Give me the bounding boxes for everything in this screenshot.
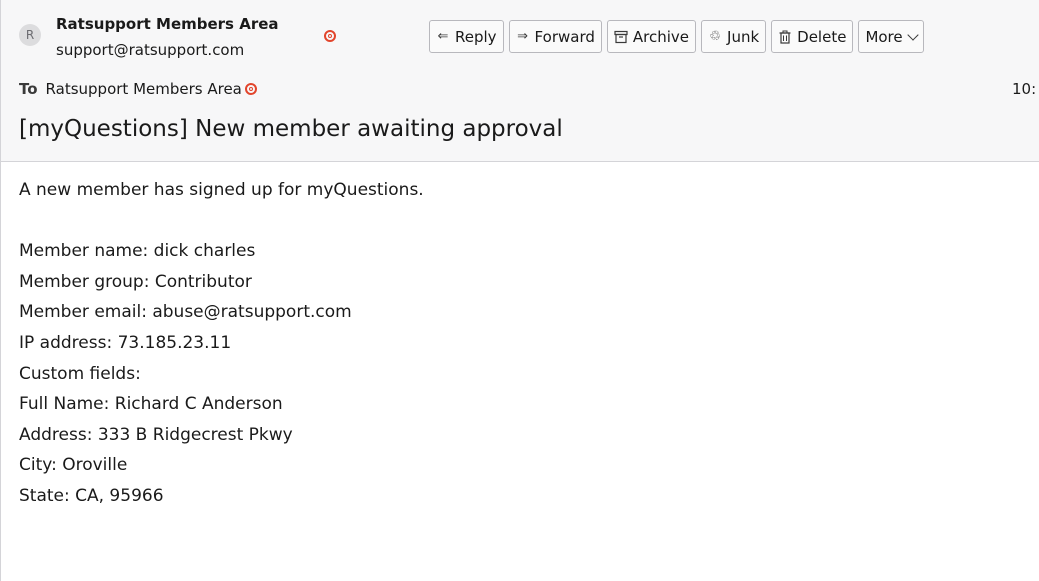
body-line: A new member has signed up for myQuestio… [19, 180, 424, 200]
body-line: State: CA, 95966 [19, 485, 164, 506]
reply-label: Reply [455, 27, 497, 46]
archive-button[interactable]: Archive [606, 20, 697, 53]
body-line: Member name: dick charles [19, 241, 256, 262]
body-line: IP address: 73.185.23.11 [19, 332, 232, 353]
sender-avatar: R [19, 24, 41, 46]
message-header: R Ratsupport Members Area support@ratsup… [1, 0, 1039, 162]
reply-button[interactable]: ⇐ Reply [429, 20, 504, 53]
to-label: To [19, 80, 38, 98]
junk-icon: ♲ [709, 28, 721, 44]
junk-button[interactable]: ♲ Junk [701, 20, 767, 53]
sender-email[interactable]: support@ratsupport.com [56, 41, 244, 59]
message-time: 10: [1012, 80, 1037, 98]
body-line: Member email: abuse@ratsupport.com [19, 302, 352, 323]
archive-label: Archive [632, 27, 690, 46]
message-subject: [myQuestions] New member awaiting approv… [19, 116, 563, 142]
reply-icon: ⇐ [437, 28, 449, 44]
message-body: A new member has signed up for myQuestio… [19, 175, 424, 512]
junk-label: Junk [727, 27, 760, 46]
delete-label: Delete [797, 27, 847, 46]
add-contact-icon[interactable] [324, 30, 336, 42]
body-line: Full Name: Richard C Anderson [19, 394, 283, 415]
more-button[interactable]: More [858, 20, 924, 53]
body-line: Address: 333 B Ridgecrest Pkwy [19, 424, 293, 445]
body-line: Custom fields: [19, 363, 141, 384]
message-toolbar: ⇐ Reply ⇒ Forward Archive ♲ Junk Delete … [429, 20, 924, 53]
forward-icon: ⇒ [517, 28, 528, 44]
delete-button[interactable]: Delete [771, 20, 854, 53]
chevron-down-icon [906, 28, 919, 41]
body-line: Member group: Contributor [19, 271, 252, 292]
more-label: More [865, 27, 903, 46]
archive-icon [614, 30, 628, 44]
forward-label: Forward [534, 27, 595, 46]
forward-button[interactable]: ⇒ Forward [508, 20, 602, 53]
trash-icon [778, 30, 792, 44]
recipient-name[interactable]: Ratsupport Members Area [46, 80, 242, 98]
body-line [19, 206, 424, 237]
sender-name[interactable]: Ratsupport Members Area [56, 15, 279, 33]
message-view: R Ratsupport Members Area support@ratsup… [0, 0, 1039, 581]
recipient-row: To Ratsupport Members Area [19, 80, 257, 98]
add-contact-icon[interactable] [244, 83, 257, 95]
body-line: City: Oroville [19, 455, 128, 476]
